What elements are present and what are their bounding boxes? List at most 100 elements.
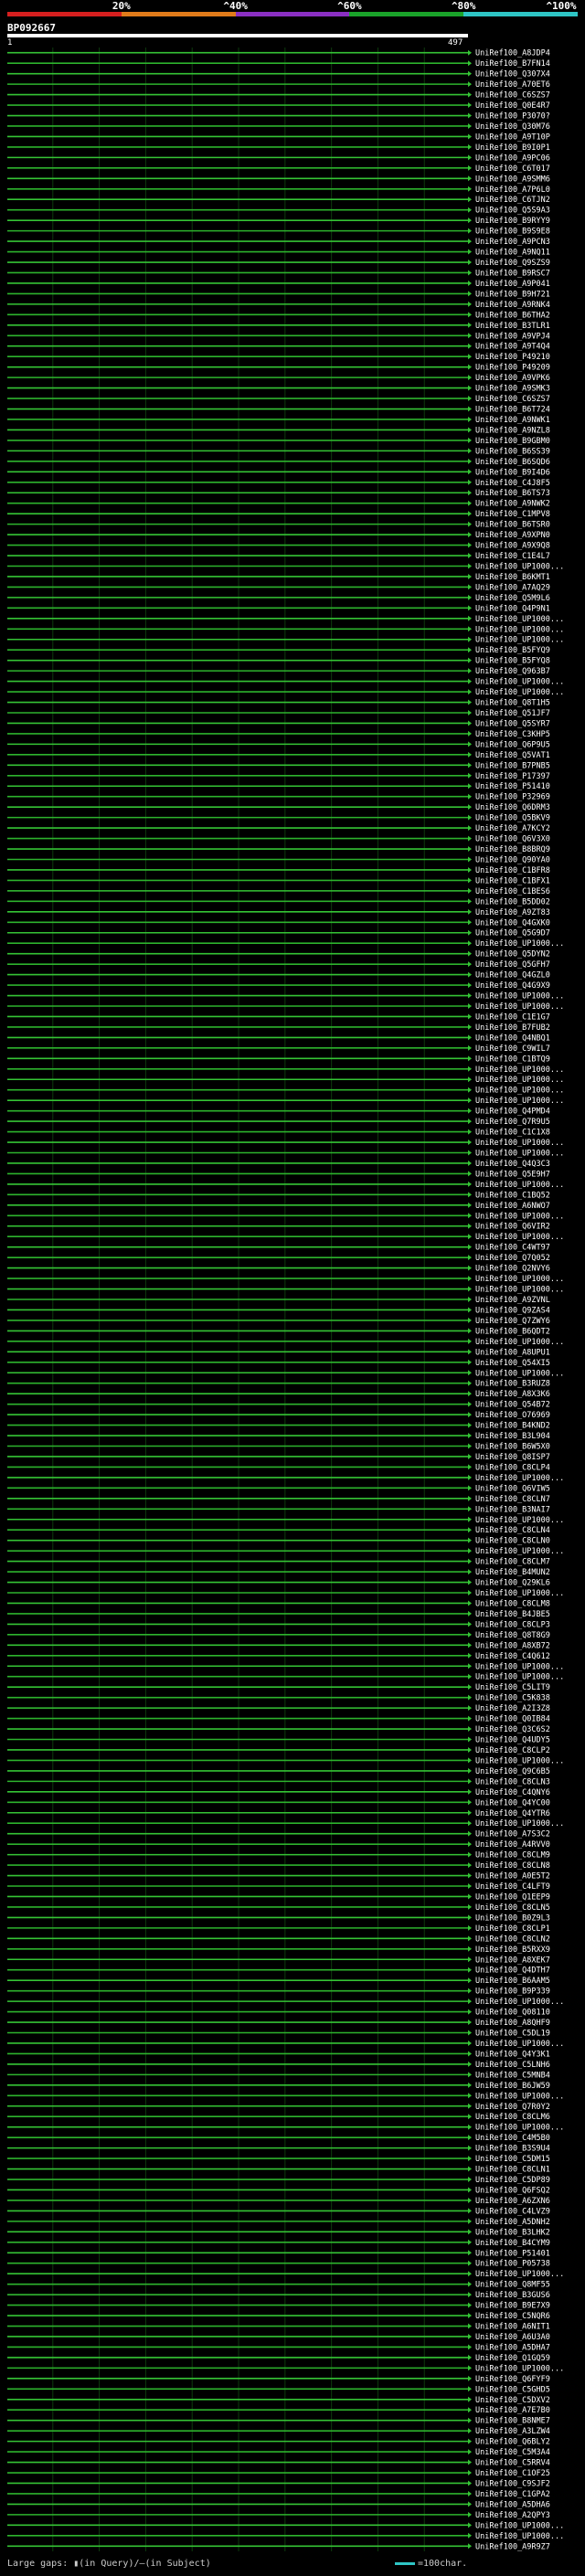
hit-label[interactable]: UniRef100_Q5G9D7 <box>475 929 550 938</box>
hit-label[interactable]: UniRef100_C8CLM7 <box>475 1558 550 1567</box>
hit-label[interactable]: UniRef100_B8BRQ9 <box>475 845 550 854</box>
hit-label[interactable]: UniRef100_Q4GXK0 <box>475 918 550 928</box>
hit-label[interactable]: UniRef100_A9T4Q4 <box>475 343 550 352</box>
hit-label[interactable]: UniRef100_Q9SZS9 <box>475 259 550 268</box>
hit-label[interactable]: UniRef100_B9E7X9 <box>475 2302 550 2311</box>
hit-label[interactable]: UniRef100_Q4Y3K1 <box>475 2050 550 2059</box>
hit-label[interactable]: UniRef100_C1E1G7 <box>475 1012 550 1022</box>
hit-label[interactable]: UniRef100_B4MUN2 <box>475 1568 550 1577</box>
hit-label[interactable]: UniRef100_A5DHA7 <box>475 2343 550 2352</box>
hit-label[interactable]: UniRef100_A9VPK6 <box>475 374 550 383</box>
hit-label[interactable]: UniRef100_B6JW59 <box>475 2082 550 2091</box>
hit-label[interactable]: UniRef100_A6NIT1 <box>475 2323 550 2332</box>
hit-label[interactable]: UniRef100_B3NAI7 <box>475 1505 550 1514</box>
hit-label[interactable]: UniRef100_A6ZXN6 <box>475 2197 550 2206</box>
hit-label[interactable]: UniRef100_A6U3A0 <box>475 2333 550 2342</box>
hit-label[interactable]: UniRef100_A9PCN3 <box>475 238 550 247</box>
hit-label[interactable]: UniRef100_Q5GFH7 <box>475 960 550 970</box>
hit-label[interactable]: UniRef100_UP1000... <box>475 1097 564 1106</box>
hit-label[interactable]: UniRef100_C1OF25 <box>475 2469 550 2478</box>
hit-label[interactable]: UniRef100_Q7R0Y2 <box>475 2103 550 2112</box>
hit-label[interactable]: UniRef100_C1GPA2 <box>475 2490 550 2499</box>
hit-label[interactable]: UniRef100_UP1000... <box>475 1087 564 1096</box>
hit-label[interactable]: UniRef100_B5FYQ9 <box>475 646 550 655</box>
hit-label[interactable]: UniRef100_Q4DTH7 <box>475 1966 550 1976</box>
hit-label[interactable]: UniRef100_UP1000... <box>475 2521 564 2530</box>
hit-label[interactable]: UniRef100_UP1000... <box>475 636 564 645</box>
hit-label[interactable]: UniRef100_C5DXV2 <box>475 2396 550 2405</box>
hit-label[interactable]: UniRef100_C4M5B0 <box>475 2134 550 2143</box>
hit-label[interactable]: UniRef100_B4JBE5 <box>475 1610 550 1619</box>
hit-label[interactable]: UniRef100_Q4YTR6 <box>475 1809 550 1818</box>
hit-label[interactable]: UniRef100_C8CLP2 <box>475 1746 550 1755</box>
hit-label[interactable]: UniRef100_UP1000... <box>475 1139 564 1148</box>
hit-label[interactable]: UniRef100_B9H721 <box>475 290 550 299</box>
hit-label[interactable]: UniRef100_C8CLN2 <box>475 1935 550 1944</box>
hit-label[interactable]: UniRef100_C5MNB4 <box>475 2071 550 2080</box>
hit-label[interactable]: UniRef100_A9NZL8 <box>475 426 550 435</box>
hit-label[interactable]: UniRef100_Q4NBQ1 <box>475 1034 550 1043</box>
hit-label[interactable]: UniRef100_Q4P9N1 <box>475 604 550 613</box>
hit-label[interactable]: UniRef100_Q6DRM3 <box>475 803 550 812</box>
hit-label[interactable]: UniRef100_P51401 <box>475 2249 550 2258</box>
hit-label[interactable]: UniRef100_A9SMK3 <box>475 385 550 394</box>
hit-label[interactable]: UniRef100_P3070? <box>475 112 550 122</box>
hit-label[interactable]: UniRef100_C1MPV8 <box>475 510 550 519</box>
hit-label[interactable]: UniRef100_A2I3Z8 <box>475 1704 550 1713</box>
hit-label[interactable]: UniRef100_C8CLP1 <box>475 1924 550 1934</box>
hit-label[interactable]: UniRef100_A8X3K6 <box>475 1390 550 1399</box>
hit-label[interactable]: UniRef100_B9P339 <box>475 1988 550 1997</box>
hit-label[interactable]: UniRef100_A7P6L0 <box>475 186 550 195</box>
hit-label[interactable]: UniRef100_C5DM15 <box>475 2155 550 2164</box>
hit-label[interactable]: UniRef100_UP1000... <box>475 1673 564 1682</box>
hit-label[interactable]: UniRef100_B6SS39 <box>475 447 550 456</box>
hit-label[interactable]: UniRef100_UP1000... <box>475 1662 564 1671</box>
hit-label[interactable]: UniRef100_A8JDP4 <box>475 49 550 58</box>
hit-label[interactable]: UniRef100_B6TS73 <box>475 489 550 498</box>
hit-label[interactable]: UniRef100_B7FUB2 <box>475 1023 550 1033</box>
hit-label[interactable]: UniRef100_UP1000... <box>475 1065 564 1075</box>
hit-label[interactable]: UniRef100_B9RSC7 <box>475 269 550 278</box>
hit-label[interactable]: UniRef100_A9T10P <box>475 133 550 142</box>
hit-label[interactable]: UniRef100_Q8ISP7 <box>475 1453 550 1462</box>
hit-label[interactable]: UniRef100_A9P041 <box>475 280 550 289</box>
hit-label[interactable]: UniRef100_Q5DYN2 <box>475 950 550 959</box>
hit-label[interactable]: UniRef100_UP1000... <box>475 2532 564 2541</box>
hit-label[interactable]: UniRef100_UP1000... <box>475 1998 564 2007</box>
hit-label[interactable]: UniRef100_B0Z9L3 <box>475 1913 550 1923</box>
hit-label[interactable]: UniRef100_Q6FSQ2 <box>475 2186 550 2195</box>
hit-label[interactable]: UniRef100_Q0IB84 <box>475 1715 550 1724</box>
hit-label[interactable]: UniRef100_P51410 <box>475 782 550 791</box>
hit-label[interactable]: UniRef100_Q0E4R7 <box>475 101 550 111</box>
hit-label[interactable]: UniRef100_A9VPJ4 <box>475 332 550 341</box>
hit-label[interactable]: UniRef100_Q6FYF9 <box>475 2375 550 2384</box>
hit-label[interactable]: UniRef100_C1BTQ9 <box>475 1055 550 1064</box>
hit-label[interactable]: UniRef100_A4RVV0 <box>475 1840 550 1850</box>
hit-label[interactable]: UniRef100_C6T017 <box>475 164 550 174</box>
hit-label[interactable]: UniRef100_B5DD02 <box>475 897 550 906</box>
hit-label[interactable]: UniRef100_Q4Q3C3 <box>475 1160 550 1169</box>
hit-label[interactable]: UniRef100_A8XEK7 <box>475 1956 550 1965</box>
hit-label[interactable]: UniRef100_B6QDT2 <box>475 1327 550 1336</box>
hit-label[interactable]: UniRef100_UP1000... <box>475 2040 564 2049</box>
hit-label[interactable]: UniRef100_C8CLM9 <box>475 1851 550 1860</box>
hit-label[interactable]: UniRef100_A9ZT83 <box>475 908 550 917</box>
hit-label[interactable]: UniRef100_C5NQR6 <box>475 2312 550 2321</box>
hit-label[interactable]: UniRef100_Q5E9H7 <box>475 1170 550 1179</box>
hit-label[interactable]: UniRef100_A5DNH2 <box>475 2218 550 2227</box>
hit-label[interactable]: UniRef100_C4WT97 <box>475 1244 550 1253</box>
hit-label[interactable]: UniRef100_B9S9E8 <box>475 228 550 237</box>
hit-label[interactable]: UniRef100_C1C1X8 <box>475 1129 550 1138</box>
hit-label[interactable]: UniRef100_UP1000... <box>475 562 564 571</box>
hit-label[interactable]: UniRef100_Q1GQ59 <box>475 2354 550 2363</box>
hit-label[interactable]: UniRef100_UP1000... <box>475 615 564 624</box>
hit-label[interactable]: UniRef100_Q6BLY2 <box>475 2438 550 2447</box>
hit-label[interactable]: UniRef100_P49210 <box>475 353 550 362</box>
hit-label[interactable]: UniRef100_C8CLM6 <box>475 2113 550 2122</box>
hit-label[interactable]: UniRef100_Q307X4 <box>475 70 550 80</box>
hit-label[interactable]: UniRef100_C4Q612 <box>475 1652 550 1661</box>
hit-label[interactable]: UniRef100_C4LFT9 <box>475 1882 550 1892</box>
hit-label[interactable]: UniRef100_Q6P9U5 <box>475 740 550 749</box>
hit-label[interactable]: UniRef100_UP1000... <box>475 1233 564 1242</box>
hit-label[interactable]: UniRef100_C5DL19 <box>475 2030 550 2039</box>
